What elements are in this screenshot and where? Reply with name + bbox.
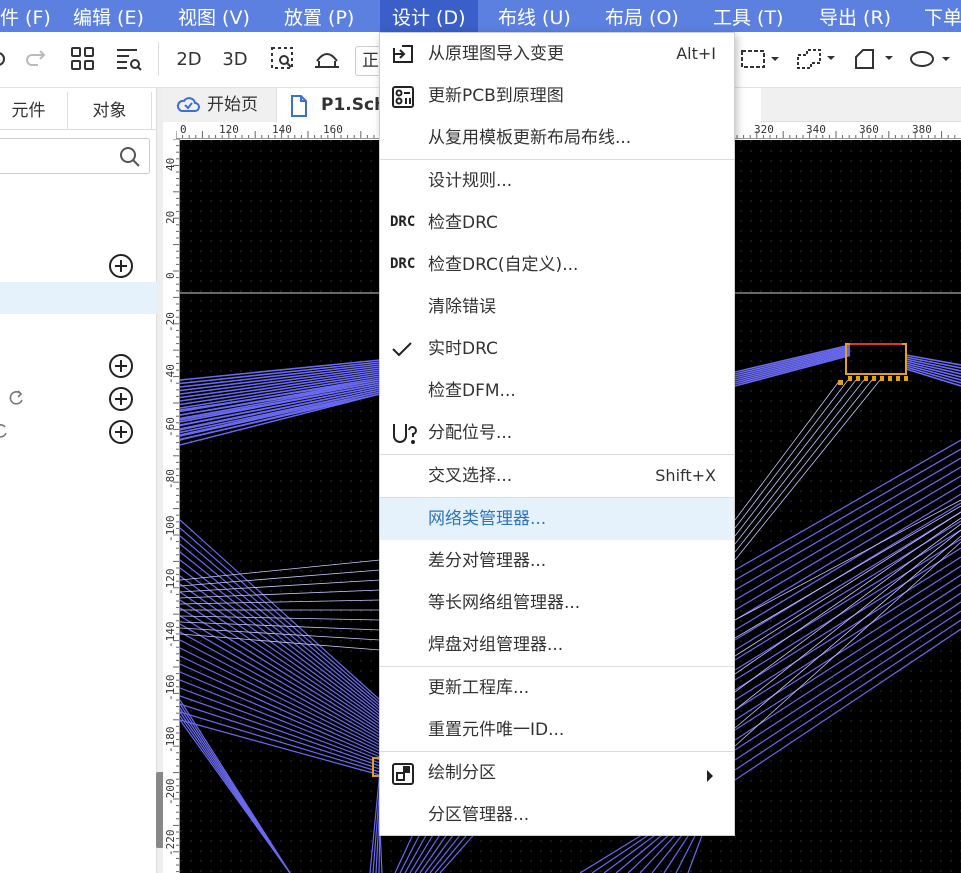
menu-item-check-drc-custom[interactable]: DRC 检查DRC(自定义)... xyxy=(380,244,734,286)
design-menu-dropdown: 从原理图导入变更 Alt+I 更新PCB到原理图从复用模板更新布局布线... 设计规则… xyxy=(379,32,735,836)
menu-item-draw-region[interactable]: 绘制分区 xyxy=(380,752,734,794)
menu-item-check-drc[interactable]: DRC 检查DRC xyxy=(380,202,734,244)
import-icon xyxy=(390,42,416,66)
menu-edit[interactable]: 编辑 (E) xyxy=(73,3,144,30)
update-sch-icon xyxy=(390,84,416,108)
menu-item-assign-designators[interactable]: 分配位号... xyxy=(380,412,734,454)
menu-item-import-from-schematic[interactable]: 从原理图导入变更 Alt+I xyxy=(380,33,734,75)
menu-item-label: 从原理图导入变更 xyxy=(428,44,564,64)
menu-layout[interactable]: 布局 (O) xyxy=(605,3,679,30)
menu-item-clear-errors[interactable]: 清除错误 xyxy=(380,286,734,328)
region-icon xyxy=(390,761,416,785)
check-icon xyxy=(390,337,416,361)
menu-separator xyxy=(380,497,734,498)
menu-item-label: 更新PCB到原理图 xyxy=(428,86,564,106)
ruler-ticks xyxy=(173,139,179,873)
menu-export[interactable]: 导出 (R) xyxy=(819,3,891,30)
toolbar-divider xyxy=(158,42,159,76)
menu-view[interactable]: 视图 (V) xyxy=(178,3,250,30)
submenu-arrow-icon xyxy=(706,767,714,786)
refresh-icon[interactable] xyxy=(0,421,10,445)
menu-item-label: 检查DRC xyxy=(428,213,498,233)
redo-icon[interactable] xyxy=(22,44,52,74)
menu-bar: 件 (F) 编辑 (E) 视图 (V) 放置 (P) 设计 (D) 布线 (U)… xyxy=(0,0,961,32)
tab-p1-sch[interactable]: P1.Sch xyxy=(277,88,387,122)
menu-item-label: 差分对管理器... xyxy=(428,551,547,571)
menu-separator xyxy=(380,454,734,455)
menu-item-cross-select[interactable]: 交叉选择... Shift+X xyxy=(380,455,734,497)
search-input[interactable] xyxy=(0,138,150,174)
tab-components[interactable]: 元件 xyxy=(0,92,68,130)
menu-item-pad-pair-group-manager[interactable]: 焊盘对组管理器... xyxy=(380,624,734,666)
tab-highlight-edge xyxy=(735,88,761,122)
add-icon[interactable] xyxy=(109,387,133,411)
menu-item-label: 交叉选择... xyxy=(428,466,513,486)
menu-item-label: 更新工程库... xyxy=(428,678,530,698)
menu-file[interactable]: 件 (F) xyxy=(0,3,51,30)
menu-item-label: 分区管理器... xyxy=(428,805,530,825)
drc-icon: DRC xyxy=(390,214,416,230)
add-icon[interactable] xyxy=(109,254,133,278)
menu-separator xyxy=(380,159,734,160)
menu-item-equal-length-net-group-manager[interactable]: 等长网络组管理器... xyxy=(380,582,734,624)
tab-start-page-label: 开始页 xyxy=(207,95,258,115)
menu-item-check-dfm[interactable]: 检查DFM... xyxy=(380,370,734,412)
menu-separator xyxy=(380,751,734,752)
menu-item-label: 网络类管理器... xyxy=(428,509,547,529)
menu-item-net-class-manager[interactable]: 网络类管理器... xyxy=(380,498,734,540)
vertical-ruler: 40 20 0 -20 -40 -60 -80 -100 -120 -140 -160 -180 -20… xyxy=(163,139,180,873)
menu-tools[interactable]: 工具 (T) xyxy=(713,3,783,30)
grid-icon[interactable] xyxy=(68,44,98,74)
tab-start-page[interactable]: 开始页 xyxy=(163,88,277,122)
menu-item-diff-pair-manager[interactable]: 差分对管理器... xyxy=(380,540,734,582)
menu-item-label: 焊盘对组管理器... xyxy=(428,635,564,655)
menu-item-label: 清除错误 xyxy=(428,297,496,317)
menu-separator xyxy=(380,666,734,667)
menu-item-shortcut: Shift+X xyxy=(655,466,716,485)
left-panel: 元件 对象 xyxy=(0,88,157,873)
zoom-area-icon[interactable] xyxy=(268,44,298,74)
menu-item-label: 设计规则... xyxy=(428,171,513,191)
designator-icon xyxy=(390,421,417,445)
board-outline-icon[interactable] xyxy=(738,44,784,74)
menu-item-label: 重置元件唯一ID... xyxy=(428,720,565,740)
menu-item-label: 绘制分区 xyxy=(428,763,496,783)
menu-item-update-from-reuse-template[interactable]: 从复用模板更新布局布线... xyxy=(380,117,734,159)
refresh-icon[interactable] xyxy=(6,388,26,412)
menu-item-reset-component-uid[interactable]: 重置元件唯一ID... xyxy=(380,709,734,751)
tab-objects[interactable]: 对象 xyxy=(68,92,152,130)
undo-icon[interactable] xyxy=(0,44,12,74)
app-window: { "menubar": { "items": [ {"label": "件 (… xyxy=(0,0,961,873)
left-panel-tabs: 元件 对象 xyxy=(0,92,157,130)
menu-item-shortcut: Alt+I xyxy=(676,44,716,63)
drc-icon: DRC xyxy=(390,256,416,272)
menu-design[interactable]: 设计 (D) xyxy=(380,0,478,32)
menu-item-label: 实时DRC xyxy=(428,339,498,359)
list-item-selected[interactable] xyxy=(0,282,157,314)
list-search-icon[interactable] xyxy=(114,44,144,74)
polyline-icon[interactable] xyxy=(852,44,898,74)
menu-item-label: 分配位号... xyxy=(428,423,513,443)
menu-item-update-project-library[interactable]: 更新工程库... xyxy=(380,667,734,709)
view-3d-button[interactable]: 3D xyxy=(218,44,252,74)
add-icon[interactable] xyxy=(109,354,133,378)
menu-item-label: 从复用模板更新布局布线... xyxy=(428,128,632,148)
region-select-icon[interactable] xyxy=(794,44,840,74)
menu-order[interactable]: 下单 xyxy=(924,3,961,30)
search-icon xyxy=(119,146,141,172)
menu-item-label: 等长网络组管理器... xyxy=(428,593,581,613)
menu-place[interactable]: 放置 (P) xyxy=(284,3,354,30)
menu-item-realtime-drc[interactable]: 实时DRC xyxy=(380,328,734,370)
tab-p1-sch-label: P1.Sch xyxy=(321,95,387,115)
ellipse-icon[interactable] xyxy=(908,44,958,74)
add-icon[interactable] xyxy=(109,420,133,444)
menu-route[interactable]: 布线 (U) xyxy=(498,3,571,30)
menu-item-label: 检查DRC(自定义)... xyxy=(428,255,579,275)
menu-item-design-rules[interactable]: 设计规则... xyxy=(380,160,734,202)
menu-item-label: 检查DFM... xyxy=(428,381,516,401)
menu-item-region-manager[interactable]: 分区管理器... xyxy=(380,794,734,836)
layer-icon[interactable] xyxy=(312,44,342,74)
menu-item-update-pcb-to-schematic[interactable]: 更新PCB到原理图 xyxy=(380,75,734,117)
view-2d-button[interactable]: 2D xyxy=(172,44,206,74)
